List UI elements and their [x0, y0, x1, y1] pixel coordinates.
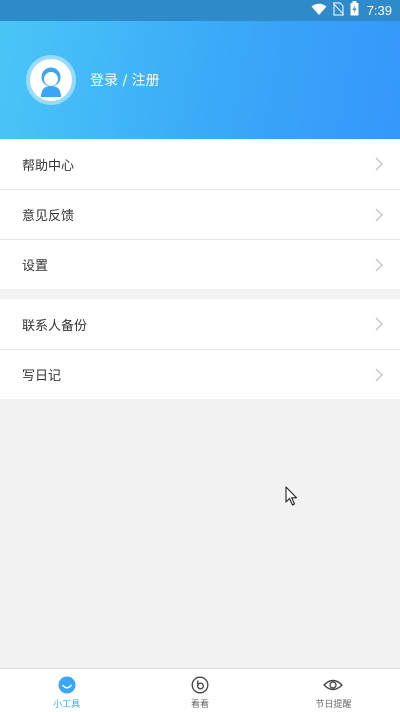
menu-item-label: 写日记 — [22, 369, 62, 384]
menu-item-feedback[interactable]: 意见反馈 — [0, 189, 400, 239]
smile-icon — [57, 675, 77, 695]
profile-header: 7:39 登录 / 注册 — [0, 0, 400, 139]
menu-item-contact-backup[interactable]: 联系人备份 — [0, 299, 400, 349]
eye-icon — [323, 675, 344, 695]
login-entry[interactable]: 登录 / 注册 — [26, 55, 160, 105]
bottom-tab-bar: 小工具 看看 节日提醒 — [0, 668, 400, 712]
tab-label: 小工具 — [53, 700, 81, 710]
menu-item-help-center[interactable]: 帮助中心 — [0, 139, 400, 189]
battery-charging-icon — [350, 1, 359, 20]
chevron-right-icon — [375, 368, 383, 381]
tab-tools[interactable]: 小工具 — [0, 669, 133, 712]
tab-label: 节日提醒 — [315, 700, 352, 710]
chevron-right-icon — [375, 317, 383, 331]
tab-label: 看看 — [190, 700, 209, 710]
wifi-icon — [311, 1, 327, 20]
mouse-cursor-icon — [285, 486, 298, 506]
menu-item-write-diary[interactable]: 写日记 — [0, 349, 400, 399]
chevron-right-icon — [375, 157, 383, 171]
avatar[interactable] — [26, 55, 76, 105]
no-sim-icon — [332, 1, 345, 20]
menu-section-1: 帮助中心 意见反馈 设置 — [0, 139, 400, 289]
status-time: 7:39 — [366, 3, 392, 18]
tab-holiday-reminder[interactable]: 节日提醒 — [267, 669, 400, 712]
menu-item-label: 联系人备份 — [22, 318, 88, 334]
login-register-link[interactable]: 登录 / 注册 — [90, 70, 160, 90]
user-avatar-icon — [41, 67, 61, 97]
chevron-right-icon — [375, 258, 383, 271]
menu-item-label: 意见反馈 — [22, 209, 75, 224]
menu-item-label: 帮助中心 — [22, 158, 75, 174]
menu-item-settings[interactable]: 设置 — [0, 239, 400, 289]
play-circle-icon — [190, 675, 210, 695]
menu-section-2: 联系人备份 写日记 — [0, 299, 400, 399]
tab-watch[interactable]: 看看 — [133, 669, 266, 712]
status-bar: 7:39 — [0, 0, 400, 21]
chevron-right-icon — [375, 208, 383, 221]
menu-item-label: 设置 — [22, 259, 49, 274]
